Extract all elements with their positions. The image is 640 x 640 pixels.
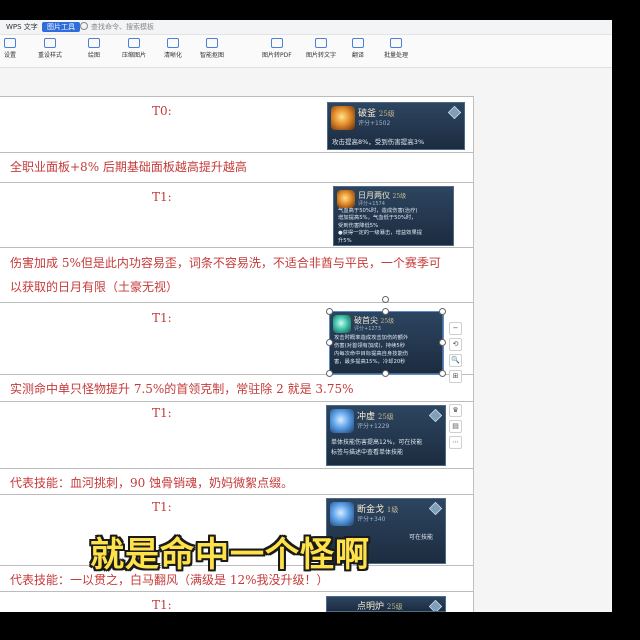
toolbar-translate-button[interactable]: 翻译 [352,38,364,59]
toolbar-sharpen-button[interactable]: 清晰化 [164,38,182,59]
skill-description: 单体技能伤害提高12%，可在技能 标签与描述中查看单体技能 [331,439,423,456]
skill-icon [330,502,354,526]
skill-card[interactable]: 日月两仪 25级 评分+1574 气血高于50%时，造成伤害(治疗) 增加提高5%… [333,186,454,246]
tab-picture-tools[interactable]: 图片工具 [42,22,80,32]
table-border [0,247,473,248]
image-zoom-icon[interactable]: 🔍 [449,354,462,367]
tier-label: T1: [152,598,172,612]
title-bar: WPS 文字 图片工具 查找命令、搜索模板 [0,20,612,35]
gem-icon [428,501,443,516]
translate-icon [352,38,364,48]
tier-label: T1: [152,311,172,325]
image-zoom-out-icon[interactable]: − [449,322,462,335]
skill-score: 评分+1502 [358,120,391,127]
reset-style-icon [44,38,56,48]
video-frame-top [0,0,640,20]
compress-icon [128,38,140,48]
draw-icon [88,38,100,48]
remark-text: 以获取的日月有限（土豪无视） [10,280,179,294]
resize-handle[interactable] [439,339,446,346]
rotate-handle[interactable] [382,296,389,303]
sharpen-icon [167,38,179,48]
toolbar-batch-button[interactable]: 批量处理 [384,38,408,59]
resize-handle[interactable] [382,370,389,377]
resize-handle[interactable] [439,308,446,315]
ribbon-toolbar: 设置 重设样式 绘图 压缩图片 清晰化 智能抠图 图片转PDF 图片转文字 翻译… [0,35,612,68]
image-layout-icon[interactable]: ⊞ [449,370,462,383]
skill-icon [337,190,355,208]
video-frame-bottom [0,612,640,640]
toolbar-compress-button[interactable]: 压缩图片 [122,38,146,59]
skill-icon [331,106,355,130]
remark-text: 伤害加成 5%但是此内功容易歪，词条不容易洗，不适合非酋与平民，一个赛季可 [10,256,441,270]
skill-card[interactable]: 冲虚 25级 评分+1229 单体技能伤害提高12%，可在技能 标签与描述中查看单… [326,405,446,466]
resize-handle[interactable] [382,308,389,315]
settings-icon [4,38,16,48]
gem-icon [428,599,443,611]
table-border [0,468,473,469]
image-ocr-icon[interactable]: ▤ [449,420,462,433]
table-border [0,96,473,97]
skill-score: 评分+1574 [358,201,385,207]
skill-description: 可在技能 [409,534,434,541]
toolbar-to-text-button[interactable]: 图片转文字 [306,38,336,59]
search-icon [80,22,88,30]
cutout-icon [206,38,218,48]
toolbar-draw-button[interactable]: 绘图 [88,38,100,59]
toolbar-reset-style-button[interactable]: 重设样式 [38,38,62,59]
remark-text: 全职业面板+8% 后期基础面板越高提升越高 [10,160,247,174]
resize-handle[interactable] [326,370,333,377]
pdf-icon [270,38,283,48]
app-title: WPS 文字 [6,23,38,31]
video-frame-right [612,0,640,640]
skill-card[interactable]: 点明炉 25级 [326,596,446,612]
remark-text: 实测命中单只怪物提升 7.5%的首领克制，常驻除 2 就是 3.75% [10,382,354,396]
skill-score: 评分+1229 [357,423,390,430]
table-border [0,302,473,303]
selection-frame[interactable] [329,311,444,375]
gem-icon [428,408,443,423]
search-placeholder: 查找命令、搜索模板 [91,23,154,31]
tier-label: T0: [152,104,172,118]
resize-handle[interactable] [326,339,333,346]
resize-handle[interactable] [439,370,446,377]
remark-text: 代表技能：血河挑刺，90 蚀骨销魂，奶妈微絮点缀。 [10,476,294,490]
skill-name: 点明炉 25级 [357,602,403,612]
toolbar-settings-button[interactable]: 设置 [4,38,16,59]
table-border [0,152,473,153]
image-premium-icon[interactable]: ♛ [449,404,462,417]
table-border [0,182,473,183]
video-subtitle: 就是命中一个怪啊 [90,535,370,575]
gem-icon [447,105,462,120]
ocr-icon [315,38,327,48]
skill-description: 攻击提高8%，受到伤害提高3% [332,138,425,146]
resize-handle[interactable] [326,308,333,315]
image-more-icon[interactable]: ⋯ [449,436,462,449]
image-rotate-icon[interactable]: ⟲ [449,338,462,351]
table-border [0,591,473,592]
tier-label: T1: [152,406,172,420]
toolbar-to-pdf-button[interactable]: 图片转PDF [262,38,292,59]
tier-label: T1: [152,500,172,514]
tier-label: T1: [152,190,172,204]
skill-icon [330,409,354,433]
skill-description: 气血高于50%时，造成伤害(治疗) 增加提高5%，气血低于50%时， 受到伤害降低5… [338,208,423,244]
table-border [0,401,473,402]
skill-score: 评分+340 [357,516,386,523]
toolbar-cutout-button[interactable]: 智能抠图 [200,38,224,59]
batch-icon [390,38,402,48]
skill-card[interactable]: 破釜 25级 评分+1502 攻击提高8%，受到伤害提高3% [327,102,465,150]
command-search[interactable]: 查找命令、搜索模板 [80,22,154,32]
table-border [0,494,473,495]
